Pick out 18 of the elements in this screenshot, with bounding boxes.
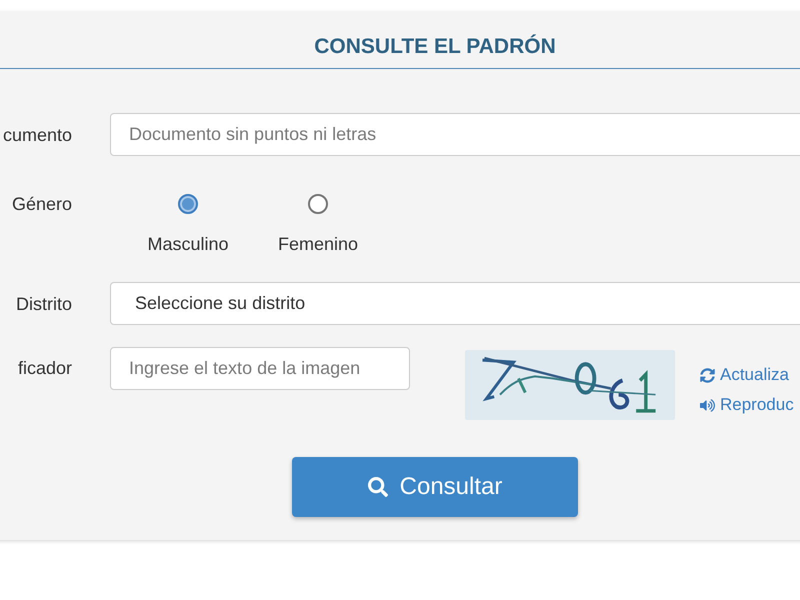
district-select[interactable]: Seleccione su distrito [110, 282, 800, 325]
field-label: Género [10, 194, 72, 214]
radio-button[interactable] [178, 194, 198, 214]
radio-label[interactable]: Masculino [147, 234, 229, 254]
field-label: cumento [2, 124, 72, 146]
radio-label[interactable]: Femenino [278, 234, 358, 254]
radio-button[interactable] [308, 194, 328, 214]
field-label: ficador [16, 357, 72, 380]
refresh-link[interactable]: Actualiza [700, 364, 794, 386]
document-input[interactable]: Documento sin puntos ni letras [110, 113, 800, 156]
search-button[interactable]: Consultar [292, 457, 578, 517]
captcha-input[interactable]: Ingrese el texto de la imagen [110, 347, 410, 390]
search-icon [368, 477, 388, 497]
refresh-icon [700, 368, 715, 382]
form-title: CONSULTE EL PADRÓN [314, 35, 556, 59]
field-label: Distrito [14, 292, 72, 314]
speaker-icon [700, 398, 715, 412]
audio-link[interactable]: Reproduc [700, 394, 794, 416]
